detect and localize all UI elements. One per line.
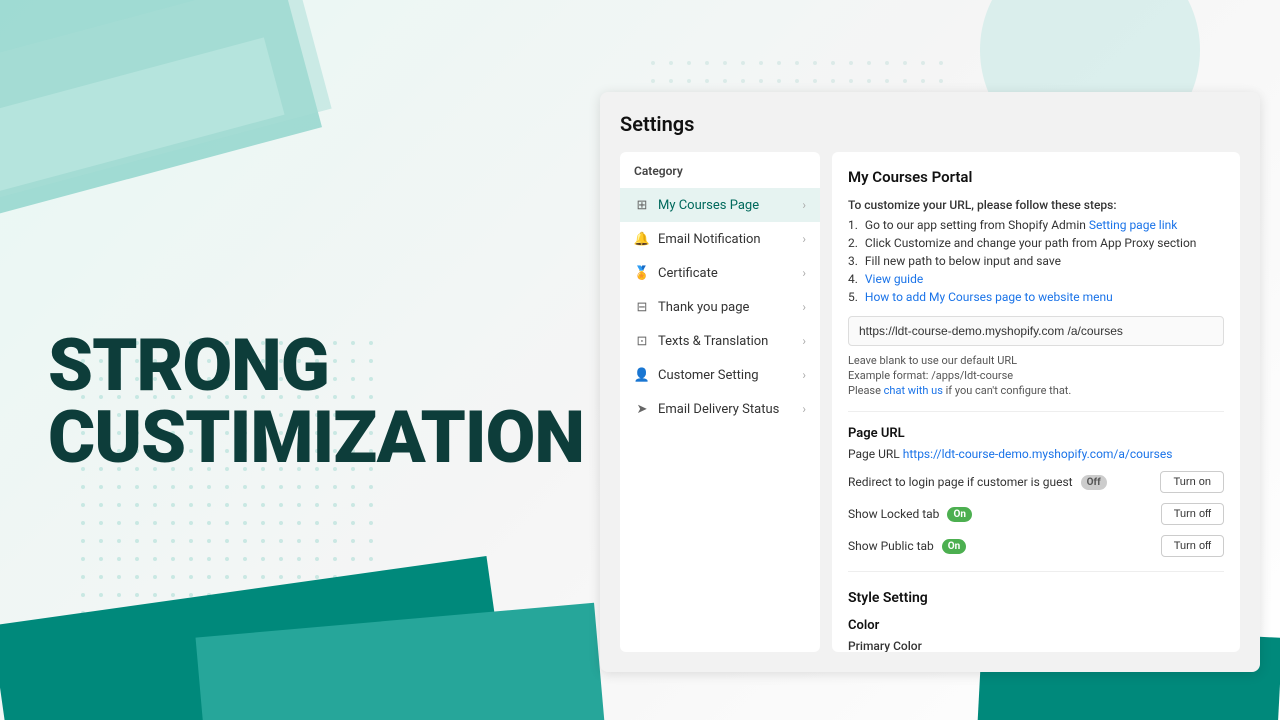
sidebar-item-label: Email Notification — [658, 232, 761, 247]
settings-panel: Settings Category ⊞ My Courses Page › 🔔 … — [600, 92, 1260, 672]
show-public-toggle-btn[interactable]: Turn off — [1161, 535, 1224, 557]
sidebar-item-label: Email Delivery Status — [658, 402, 779, 417]
sidebar-item-my-courses-page[interactable]: ⊞ My Courses Page › — [620, 188, 820, 222]
hero-text: STRONG CUSTIMIZATION — [48, 330, 584, 474]
send-icon: ➤ — [634, 401, 650, 417]
divider-1 — [848, 411, 1224, 412]
chevron-right-icon: › — [802, 402, 806, 416]
show-locked-toggle-btn[interactable]: Turn off — [1161, 503, 1224, 525]
bell-icon: 🔔 — [634, 231, 650, 247]
hero-line1: STRONG — [48, 330, 584, 402]
sidebar-item-certificate[interactable]: 🏅 Certificate › — [620, 256, 820, 290]
sidebar-item-left: 🔔 Email Notification — [634, 231, 761, 247]
chat-with-us-link[interactable]: chat with us — [884, 384, 943, 397]
sidebar-item-label: My Courses Page — [658, 198, 759, 213]
divider-2 — [848, 571, 1224, 572]
sidebar-item-left: ➤ Email Delivery Status — [634, 401, 779, 417]
sidebar-item-texts-translation[interactable]: ⊡ Texts & Translation › — [620, 324, 820, 358]
show-public-row: Show Public tab On Turn off — [848, 535, 1224, 557]
hint-chat: Please chat with us if you can't configu… — [848, 384, 1224, 397]
sidebar-item-left: 🏅 Certificate — [634, 265, 718, 281]
sidebar-item-left: ⊟ Thank you page — [634, 299, 749, 315]
view-guide-link[interactable]: View guide — [865, 272, 923, 286]
steps-list: 1. Go to our app setting from Shopify Ad… — [848, 218, 1224, 304]
add-courses-menu-link[interactable]: How to add My Courses page to website me… — [865, 290, 1113, 304]
category-sidebar: Category ⊞ My Courses Page › 🔔 Email Not… — [620, 152, 820, 652]
style-section-title: Style Setting — [848, 586, 1224, 606]
certificate-icon: 🏅 — [634, 265, 650, 281]
settings-title: Settings — [620, 112, 1240, 136]
redirect-toggle-btn[interactable]: Turn on — [1160, 471, 1224, 493]
sidebar-item-left: 👤 Customer Setting — [634, 367, 759, 383]
page-url-section-label: Page URL — [848, 426, 1224, 441]
redirect-label: Redirect to login page if customer is gu… — [848, 475, 1073, 489]
step-3: 3. Fill new path to below input and save — [848, 254, 1224, 268]
sidebar-item-customer-setting[interactable]: 👤 Customer Setting › — [620, 358, 820, 392]
thankyou-icon: ⊟ — [634, 299, 650, 315]
sidebar-item-left: ⊞ My Courses Page — [634, 197, 759, 213]
sidebar-item-email-notification[interactable]: 🔔 Email Notification › — [620, 222, 820, 256]
chevron-right-icon: › — [802, 300, 806, 314]
chevron-right-icon: › — [802, 198, 806, 212]
chevron-right-icon: › — [802, 368, 806, 382]
chevron-right-icon: › — [802, 266, 806, 280]
sidebar-item-email-delivery-status[interactable]: ➤ Email Delivery Status › — [620, 392, 820, 426]
primary-color-label: Primary Color — [848, 639, 1224, 652]
setting-page-link[interactable]: Setting page link — [1089, 218, 1178, 232]
sidebar-item-label: Certificate — [658, 266, 718, 281]
step-4: 4. View guide — [848, 272, 1224, 286]
sidebar-item-label: Customer Setting — [658, 368, 759, 383]
text-icon: ⊡ — [634, 333, 650, 349]
show-locked-row: Show Locked tab On Turn off — [848, 503, 1224, 525]
grid-icon: ⊞ — [634, 197, 650, 213]
page-url-row: Page URL https://ldt-course-demo.myshopi… — [848, 447, 1224, 461]
step-2: 2. Click Customize and change your path … — [848, 236, 1224, 250]
sidebar-item-label: Thank you page — [658, 300, 749, 315]
step-1: 1. Go to our app setting from Shopify Ad… — [848, 218, 1224, 232]
hint-blank: Leave blank to use our default URL — [848, 354, 1224, 367]
category-header: Category — [620, 164, 820, 188]
sidebar-item-thank-you-page[interactable]: ⊟ Thank you page › — [620, 290, 820, 324]
redirect-setting-row: Redirect to login page if customer is gu… — [848, 471, 1224, 493]
show-public-left: Show Public tab On — [848, 539, 966, 554]
main-content: My Courses Portal To customize your URL,… — [832, 152, 1240, 652]
step-5: 5. How to add My Courses page to website… — [848, 290, 1224, 304]
url-input[interactable] — [848, 316, 1224, 346]
show-public-status-badge: On — [942, 539, 967, 554]
settings-body: Category ⊞ My Courses Page › 🔔 Email Not… — [620, 152, 1240, 652]
chevron-right-icon: › — [802, 232, 806, 246]
show-locked-status-badge: On — [947, 507, 972, 522]
portal-title: My Courses Portal — [848, 168, 1224, 186]
chevron-right-icon: › — [802, 334, 806, 348]
redirect-status-badge: Off — [1081, 475, 1107, 490]
redirect-left: Redirect to login page if customer is gu… — [848, 475, 1107, 490]
page-url-link[interactable]: https://ldt-course-demo.myshopify.com/a/… — [903, 447, 1173, 461]
color-section-label: Color — [848, 618, 1224, 633]
instruction-text: To customize your URL, please follow the… — [848, 198, 1224, 212]
user-icon: 👤 — [634, 367, 650, 383]
hint-example: Example format: /apps/ldt-course — [848, 369, 1224, 382]
sidebar-item-label: Texts & Translation — [658, 334, 768, 349]
show-locked-label: Show Locked tab — [848, 507, 939, 521]
show-locked-left: Show Locked tab On — [848, 507, 972, 522]
show-public-label: Show Public tab — [848, 539, 934, 553]
sidebar-item-left: ⊡ Texts & Translation — [634, 333, 768, 349]
hero-line2: CUSTIMIZATION — [48, 402, 584, 474]
